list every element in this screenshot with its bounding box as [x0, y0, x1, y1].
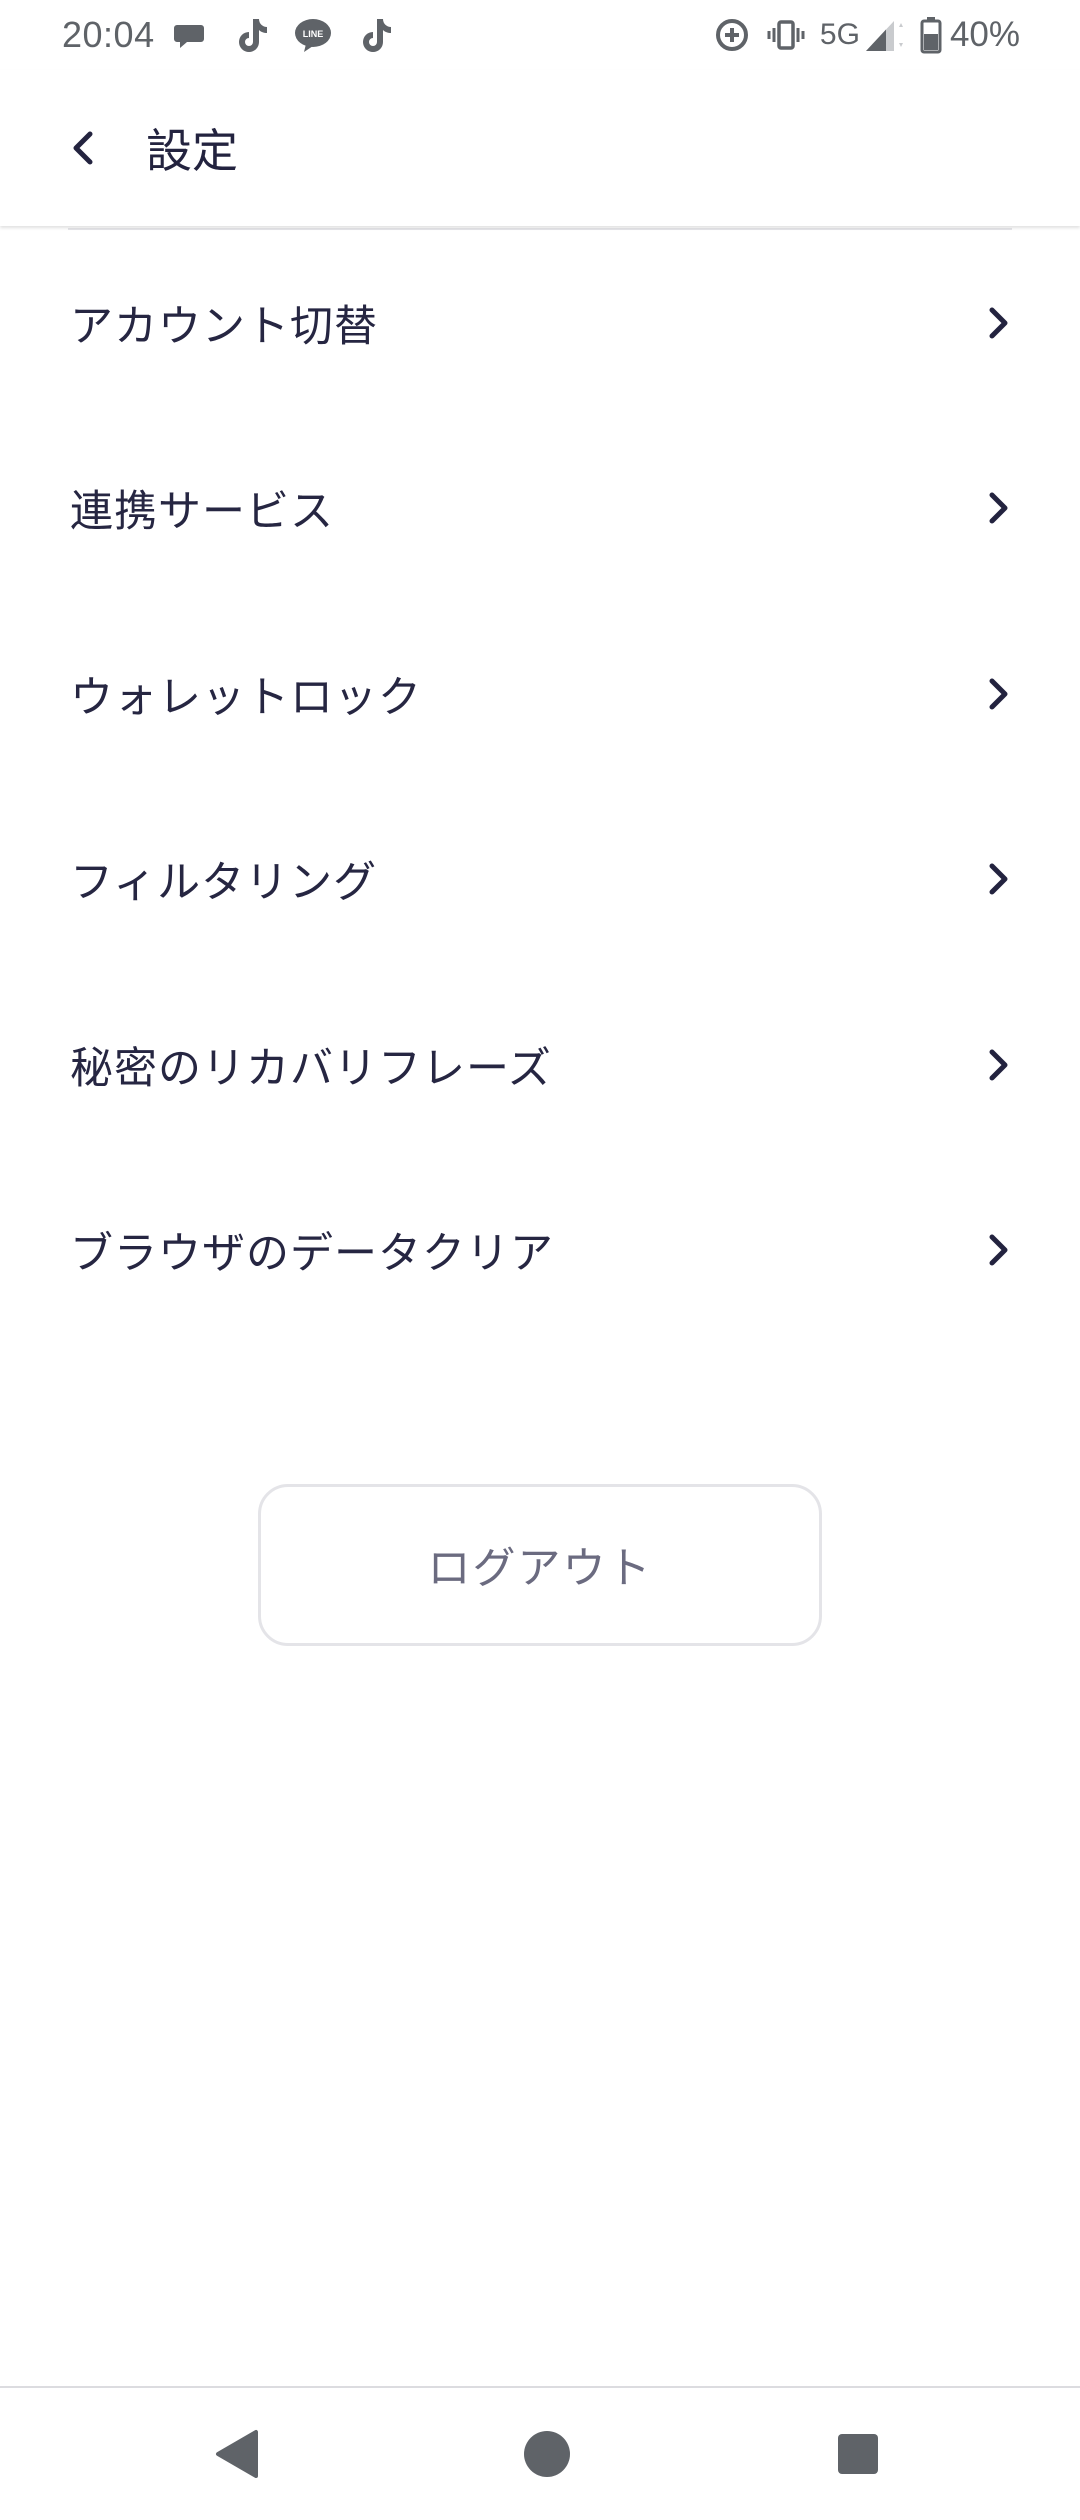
settings-item-label: ブラウザのデータクリア — [70, 1229, 554, 1280]
settings-item-label: フィルタリング — [70, 858, 378, 909]
settings-item-clear-browser-data[interactable]: ブラウザのデータクリア — [0, 1158, 1080, 1344]
system-nav-bar — [0, 2388, 1080, 2520]
chevron-right-icon — [978, 303, 1018, 343]
chevron-right-icon — [978, 674, 1018, 714]
chevron-right-icon — [978, 1045, 1018, 1085]
settings-item-label: ウォレットロック — [70, 672, 422, 723]
settings-item-recovery-phrase[interactable]: 秘密のリカバリフレーズ — [0, 972, 1080, 1158]
settings-item-linked-services[interactable]: 連携サービス — [0, 416, 1080, 602]
logout-label: ログアウト — [427, 1544, 653, 1594]
page-title: 設定 — [146, 124, 238, 178]
chevron-left-icon — [73, 131, 93, 165]
vibrate-icon — [766, 15, 806, 55]
status-bar: 20:04 LINE 5G 40% — [0, 0, 1080, 70]
signal-icon — [864, 15, 904, 55]
svg-text:LINE: LINE — [302, 29, 323, 39]
battery-icon — [918, 15, 944, 55]
back-button[interactable] — [48, 112, 120, 184]
settings-item-label: 連携サービス — [70, 487, 334, 538]
settings-item-wallet-lock[interactable]: ウォレットロック — [0, 601, 1080, 787]
status-bar-left: 20:04 LINE — [62, 14, 417, 56]
line-icon: LINE — [293, 15, 333, 55]
tiktok-icon — [355, 15, 395, 55]
settings-item-label: 秘密のリカバリフレーズ — [70, 1043, 552, 1094]
square-recents-icon — [838, 2434, 878, 2474]
chevron-right-icon — [978, 1230, 1018, 1270]
network-type: 5G — [819, 18, 860, 51]
tiktok-icon — [231, 15, 271, 55]
data-saver-icon — [712, 15, 752, 55]
app-bar: 設定 — [0, 70, 1080, 226]
circle-home-icon — [524, 2431, 570, 2477]
triangle-back-icon — [216, 2430, 258, 2478]
settings-item-filtering[interactable]: フィルタリング — [0, 787, 1080, 973]
nav-home-button[interactable] — [515, 2422, 579, 2486]
chat-bubble-icon — [169, 15, 209, 55]
settings-list: アカウント切替 連携サービス ウォレットロック フィルタリング 秘密のリカバリフ… — [0, 230, 1080, 1343]
settings-item-account-switch[interactable]: アカウント切替 — [0, 230, 1080, 416]
chevron-right-icon — [978, 488, 1018, 528]
chevron-right-icon — [978, 859, 1018, 899]
nav-back-button[interactable] — [204, 2422, 268, 2486]
battery-percent: 40% — [949, 15, 1020, 54]
status-time: 20:04 — [62, 14, 155, 55]
settings-item-label: アカウント切替 — [70, 301, 378, 352]
nav-recents-button[interactable] — [826, 2422, 890, 2486]
logout-button[interactable]: ログアウト — [258, 1484, 822, 1646]
status-bar-right: 5G 40% — [712, 15, 1020, 55]
